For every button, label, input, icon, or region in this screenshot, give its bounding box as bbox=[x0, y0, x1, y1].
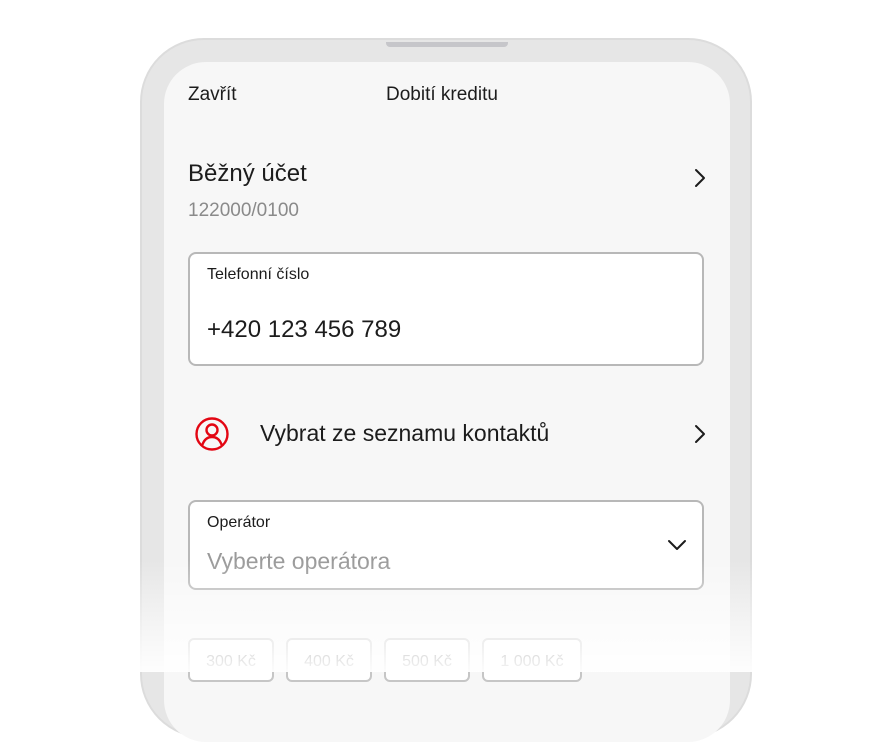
operator-placeholder: Vyberte operátora bbox=[207, 548, 391, 574]
select-from-contacts-label: Vybrat ze seznamu kontaktů bbox=[260, 420, 550, 446]
account-name: Běžný účet bbox=[188, 160, 307, 187]
amount-chip-400[interactable]: 400 Kč bbox=[286, 638, 372, 682]
operator-select[interactable]: Operátor Vyberte operátora bbox=[188, 500, 704, 590]
account-selector[interactable]: Běžný účet 122000/0100 bbox=[188, 160, 710, 230]
chevron-right-icon bbox=[695, 169, 705, 187]
account-number: 122000/0100 bbox=[188, 200, 299, 221]
page-title: Dobití kreditu bbox=[386, 84, 498, 105]
select-from-contacts-button[interactable]: Vybrat ze seznamu kontaktů bbox=[188, 408, 710, 460]
chevron-down-icon bbox=[668, 540, 686, 550]
chevron-right-icon bbox=[695, 425, 705, 443]
user-circle-icon bbox=[195, 417, 229, 451]
amount-chip-300[interactable]: 300 Kč bbox=[188, 638, 274, 682]
phone-number-field[interactable]: Telefonní číslo bbox=[188, 252, 704, 366]
operator-label: Operátor bbox=[207, 514, 271, 531]
phone-speaker bbox=[386, 42, 508, 47]
close-button[interactable]: Zavřít bbox=[188, 84, 237, 106]
amount-chip-1000[interactable]: 1 000 Kč bbox=[482, 638, 582, 682]
phone-number-label: Telefonní číslo bbox=[207, 266, 310, 283]
phone-number-input[interactable] bbox=[207, 316, 677, 344]
amount-chip-500[interactable]: 500 Kč bbox=[384, 638, 470, 682]
app-screen: Zavřít Dobití kreditu Běžný účet 122000/… bbox=[164, 62, 730, 742]
